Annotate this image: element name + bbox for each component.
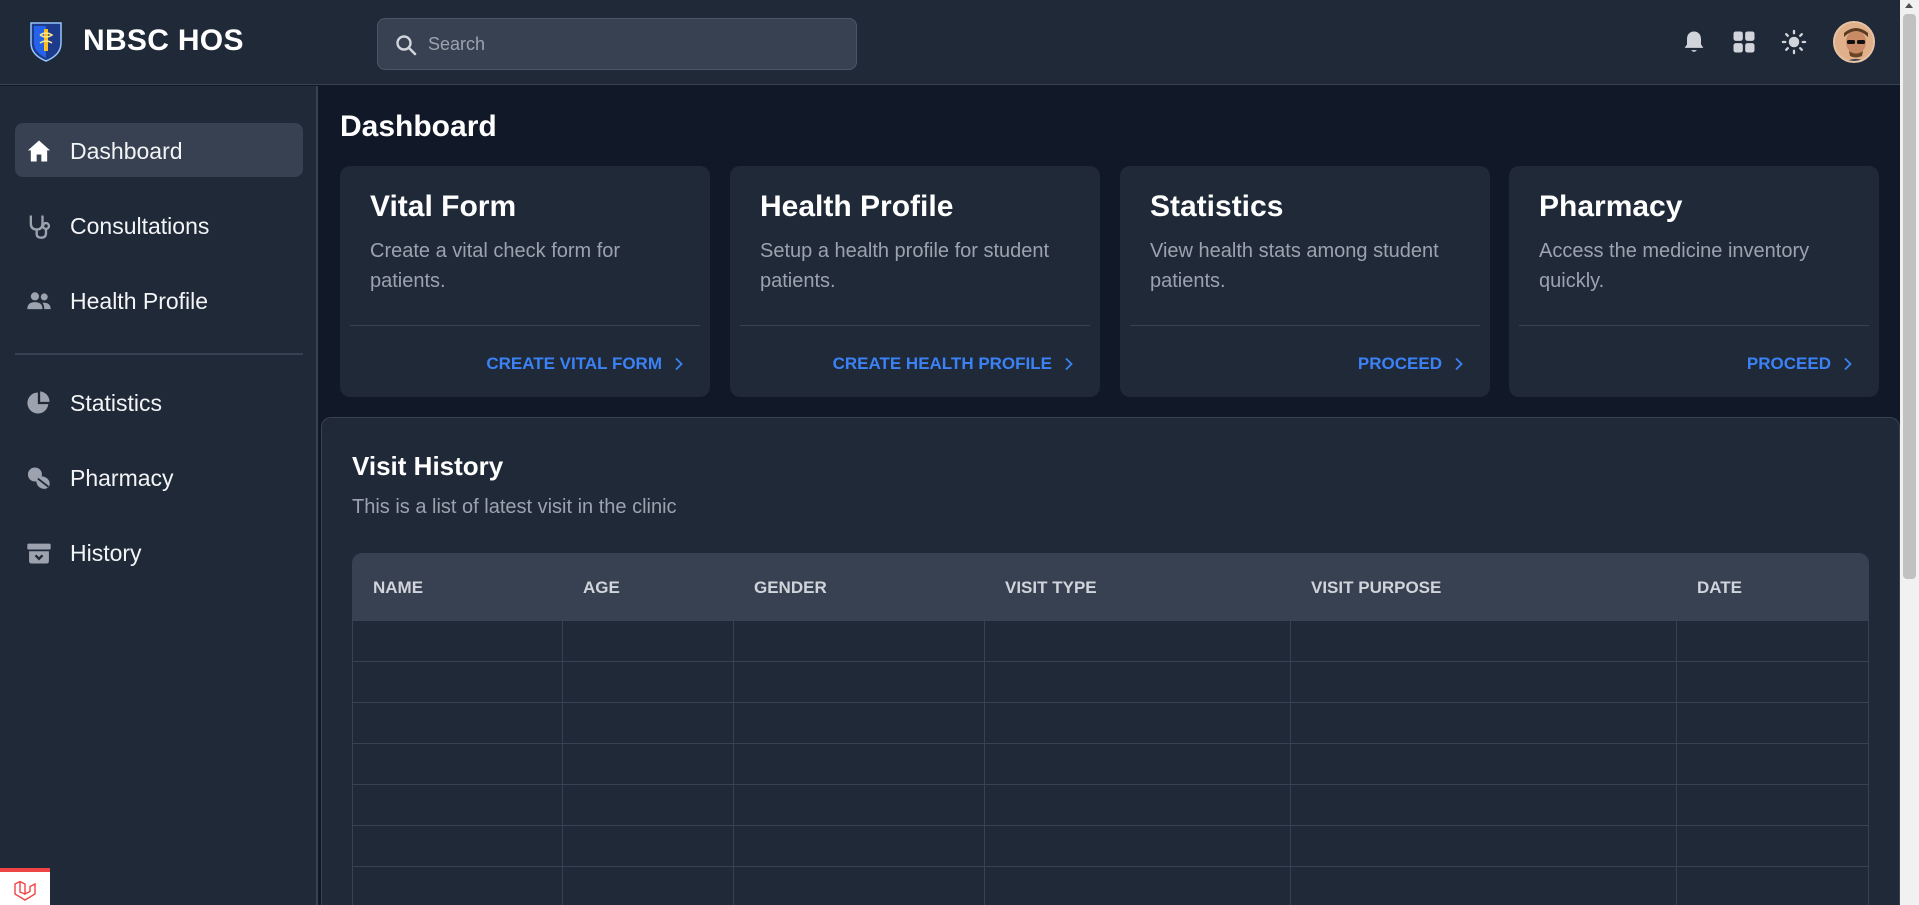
framework-debug-badge[interactable] [0, 868, 50, 905]
column-divider [984, 621, 985, 905]
page-title: Dashboard [340, 110, 497, 143]
table-header: NAME AGE GENDER VISIT TYPE VISIT PURPOSE… [353, 554, 1868, 621]
card-title: Health Profile [760, 190, 954, 223]
sidebar: Dashboard Consultations Health Profile S… [0, 86, 318, 905]
column-header-gender[interactable]: GENDER [754, 554, 827, 621]
card-divider [740, 325, 1090, 326]
sidebar-item-pharmacy[interactable]: Pharmacy [15, 450, 303, 504]
create-health-profile-link[interactable]: CREATE HEALTH PROFILE [833, 354, 1076, 374]
laravel-icon [14, 880, 36, 901]
card-title: Statistics [1150, 190, 1284, 223]
sidebar-item-label: Statistics [70, 390, 163, 416]
home-icon [27, 140, 51, 162]
sidebar-item-label: Consultations [70, 213, 210, 239]
sidebar-item-health-profile[interactable]: Health Profile [15, 273, 303, 327]
sidebar-item-label: History [70, 540, 142, 566]
sidebar-divider [15, 353, 303, 355]
search-icon [396, 35, 417, 56]
card-divider [350, 325, 700, 326]
card-link-label: PROCEED [1357, 354, 1442, 373]
table-row [353, 744, 1868, 785]
pie-chart-icon [27, 391, 50, 414]
create-vital-form-link[interactable]: CREATE VITAL FORM [486, 354, 686, 374]
health-profile-card: Health Profile Setup a health profile fo… [730, 166, 1100, 397]
avatar-image [1835, 23, 1873, 61]
card-description: View health stats among student patients… [1150, 240, 1439, 292]
user-avatar[interactable] [1833, 21, 1875, 63]
app-logo[interactable] [28, 19, 64, 63]
pharmacy-card: Pharmacy Access the medicine inventory q… [1509, 166, 1879, 397]
bell-icon[interactable] [1680, 28, 1708, 56]
card-link-label: PROCEED [1746, 354, 1831, 373]
pharmacy-proceed-link[interactable]: PROCEED [1747, 354, 1855, 374]
vital-form-card: Vital Form Create a vital check form for… [340, 166, 710, 397]
chevron-right-icon [1065, 357, 1073, 371]
sidebar-item-label: Dashboard [70, 138, 183, 164]
column-divider [562, 621, 563, 905]
card-description: Setup a health profile for student patie… [760, 240, 1050, 292]
column-header-visit-purpose[interactable]: VISIT PURPOSE [1311, 554, 1441, 621]
table-row [353, 867, 1868, 905]
card-link-label: CREATE VITAL FORM [486, 354, 662, 373]
theme-sun-icon[interactable] [1780, 28, 1808, 56]
users-icon [27, 292, 51, 310]
table-row [353, 785, 1868, 826]
visit-history-title: Visit History [352, 451, 504, 481]
table-row [353, 703, 1868, 744]
chevron-right-icon [1844, 357, 1852, 371]
archive-icon [27, 543, 51, 564]
column-header-name[interactable]: NAME [373, 554, 423, 621]
table-row [353, 826, 1868, 867]
sidebar-item-consultations[interactable]: Consultations [15, 198, 303, 252]
card-title: Pharmacy [1539, 190, 1683, 223]
top-bar: NBSC HOS [0, 0, 1900, 85]
chevron-right-icon [675, 357, 683, 371]
card-description: Create a vital check form for patients. [370, 240, 621, 292]
card-divider [1519, 325, 1869, 326]
column-header-visit-type[interactable]: VISIT TYPE [1005, 554, 1097, 621]
sidebar-item-dashboard[interactable]: Dashboard [15, 123, 303, 177]
column-divider [1290, 621, 1291, 905]
page-scrollbar[interactable] [1900, 0, 1919, 905]
visit-history-panel: Visit History This is a list of latest v… [321, 417, 1900, 905]
apps-grid-icon[interactable] [1730, 28, 1758, 56]
scrollbar-thumb[interactable] [1903, 14, 1916, 579]
card-link-label: CREATE HEALTH PROFILE [832, 354, 1052, 373]
search-input[interactable] [428, 19, 848, 69]
visit-history-table: NAME AGE GENDER VISIT TYPE VISIT PURPOSE… [352, 553, 1869, 905]
table-row [353, 662, 1868, 703]
chevron-right-icon [1455, 357, 1463, 371]
card-description: Access the medicine inventory quickly. [1539, 240, 1810, 292]
sidebar-item-label: Pharmacy [70, 465, 174, 491]
search-box[interactable] [377, 18, 857, 70]
visit-history-subtitle: This is a list of latest visit in the cl… [352, 496, 677, 518]
sidebar-item-label: Health Profile [70, 288, 209, 314]
card-title: Vital Form [370, 190, 517, 223]
sidebar-item-statistics[interactable]: Statistics [15, 375, 303, 429]
stethoscope-icon [29, 215, 51, 239]
statistics-card: Statistics View health stats among stude… [1120, 166, 1490, 397]
statistics-proceed-link[interactable]: PROCEED [1358, 354, 1466, 374]
sidebar-item-history[interactable]: History [15, 525, 303, 579]
table-row [353, 621, 1868, 662]
column-header-age[interactable]: AGE [583, 554, 620, 621]
scroll-up-arrow-icon[interactable] [1905, 3, 1913, 8]
card-divider [1130, 325, 1480, 326]
column-divider [1676, 621, 1677, 905]
column-header-date[interactable]: DATE [1697, 554, 1742, 621]
app-title: NBSC HOS [83, 24, 244, 57]
pills-icon [27, 467, 50, 489]
column-divider [733, 621, 734, 905]
